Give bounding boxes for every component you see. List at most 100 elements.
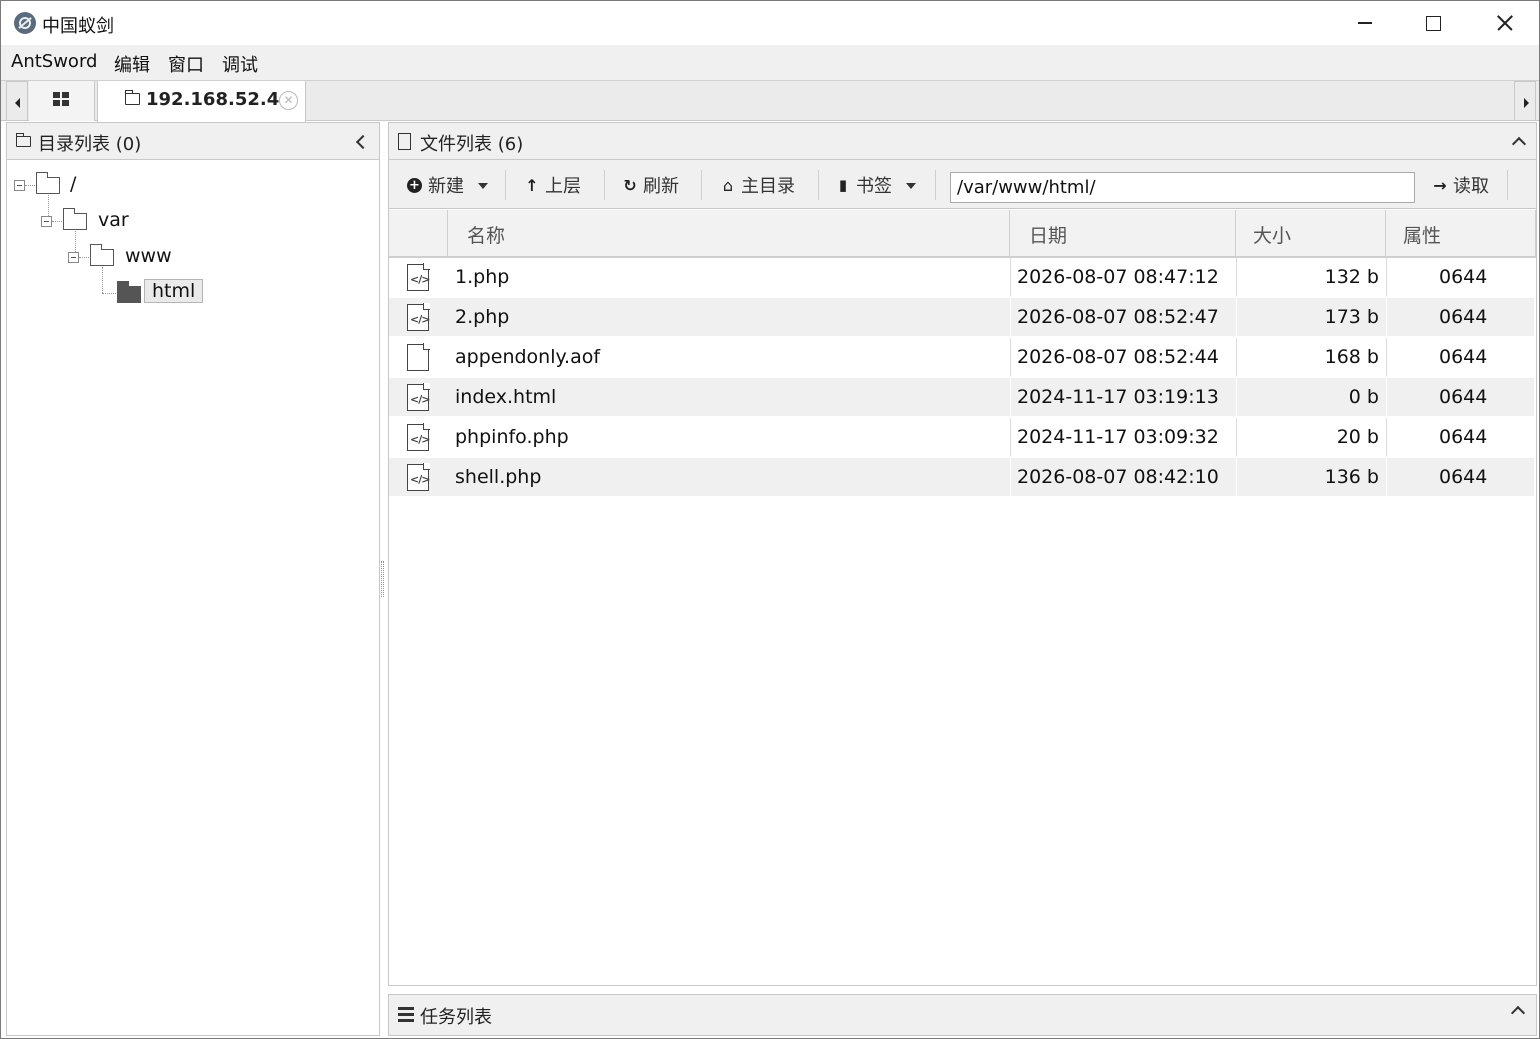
column-date[interactable]: 日期 <box>1010 210 1236 256</box>
chevron-up-icon[interactable] <box>1511 136 1527 152</box>
table-row[interactable]: </> 2.php 2026-08-07 08:52:47 173 b 0644 <box>389 298 1534 336</box>
read-path-label: 读取 <box>1453 176 1489 197</box>
column-divider <box>1010 298 1011 336</box>
tab-label: 192.168.52.4 <box>146 89 280 110</box>
file-date: 2024-11-17 03:19:13 <box>1017 386 1219 408</box>
panel-splitter-handle[interactable] <box>381 561 384 597</box>
minimize-button[interactable] <box>1330 1 1399 45</box>
new-button-label: 新建 <box>428 176 464 197</box>
tree-collapse-toggle[interactable] <box>41 216 52 227</box>
tree-node-var[interactable]: var <box>98 209 129 231</box>
file-date: 2024-11-17 03:09:32 <box>1017 426 1219 448</box>
up-level-button[interactable]: ↑ 上层 <box>524 172 581 198</box>
home-dir-button[interactable]: ⌂ 主目录 <box>720 172 795 198</box>
triangle-left-icon <box>15 98 20 108</box>
close-window-button[interactable] <box>1470 1 1539 45</box>
tree-connector <box>102 267 103 293</box>
column-divider <box>1010 338 1011 376</box>
list-icon <box>398 1007 414 1022</box>
column-attributes[interactable]: 属性 <box>1386 210 1536 256</box>
column-size[interactable]: 大小 <box>1236 210 1386 256</box>
column-divider <box>1236 298 1237 336</box>
column-divider <box>1010 378 1011 416</box>
file-grid-header: 名称 日期 大小 属性 <box>389 210 1536 258</box>
tree-collapse-toggle[interactable] <box>68 252 79 263</box>
bookmark-button[interactable]: ▮ 书签 <box>835 172 916 198</box>
table-row[interactable]: </> phpinfo.php 2024-11-17 03:09:32 20 b… <box>389 418 1534 456</box>
caret-down-icon <box>906 183 916 189</box>
file-perm: 0644 <box>1439 346 1488 368</box>
file-size: 173 b <box>1324 306 1379 328</box>
refresh-label: 刷新 <box>643 176 679 197</box>
chevron-left-icon[interactable] <box>355 134 371 150</box>
path-input[interactable] <box>950 172 1415 203</box>
tree-node-html[interactable]: html <box>144 279 204 303</box>
menu-debug[interactable]: 调试 <box>222 51 258 77</box>
tab-home[interactable] <box>29 81 95 121</box>
arrow-right-icon: → <box>1433 175 1447 195</box>
task-panel-title: 任务列表 <box>420 1007 492 1028</box>
file-toolbar: + 新建 ↑ 上层 ↻ 刷新 ⌂ 主目录 ▮ 书签 /var/www/html/… <box>389 160 1536 209</box>
task-panel: 任务列表 <box>388 994 1537 1036</box>
column-name[interactable]: 名称 <box>448 210 1010 256</box>
folder-icon <box>125 90 140 105</box>
menu-bar: AntSword 编辑 窗口 调试 <box>1 45 1539 80</box>
app-window: 中国蚁剑 AntSword 编辑 窗口 调试 192.168.52.4 ✕ 目录… <box>0 0 1540 1039</box>
folder-icon <box>36 172 60 194</box>
home-icon: ⌂ <box>722 175 734 195</box>
file-name: index.html <box>455 386 557 408</box>
tab-scroll-left-button[interactable] <box>6 81 28 121</box>
file-date: 2026-08-07 08:47:12 <box>1017 266 1219 288</box>
tree-node-www[interactable]: www <box>125 245 172 267</box>
triangle-right-icon <box>1524 98 1529 108</box>
refresh-button[interactable]: ↻ 刷新 <box>622 172 679 198</box>
close-icon <box>1496 14 1514 32</box>
maximize-icon <box>1426 15 1441 31</box>
file-name: 1.php <box>455 266 510 288</box>
menu-antsword[interactable]: AntSword <box>11 51 97 72</box>
menu-window[interactable]: 窗口 <box>168 51 204 77</box>
file-perm: 0644 <box>1439 466 1488 488</box>
tree-collapse-toggle[interactable] <box>14 180 25 191</box>
maximize-button[interactable] <box>1399 1 1468 45</box>
home-dir-label: 主目录 <box>741 176 795 197</box>
toolbar-separator <box>818 170 819 200</box>
column-divider <box>1386 298 1387 336</box>
file-perm: 0644 <box>1439 426 1488 448</box>
column-divider <box>1386 258 1387 296</box>
column-divider <box>1010 458 1011 496</box>
read-path-button[interactable]: → 读取 <box>1432 172 1489 198</box>
column-divider <box>1236 458 1237 496</box>
code-file-icon: </> <box>407 383 430 411</box>
folder-icon <box>16 133 31 147</box>
column-divider <box>1010 418 1011 456</box>
grid-icon <box>53 92 70 108</box>
tab-bar: 192.168.52.4 ✕ <box>1 80 1539 122</box>
code-file-icon: </> <box>407 303 430 331</box>
directory-panel-header: 目录列表 (0) <box>7 123 379 160</box>
file-name: appendonly.aof <box>455 346 601 368</box>
column-divider <box>1236 418 1237 456</box>
file-size: 20 b <box>1336 426 1379 448</box>
minimize-icon <box>1357 22 1372 24</box>
arrow-up-icon: ↑ <box>525 175 539 195</box>
table-row[interactable]: </> index.html 2024-11-17 03:19:13 0 b 0… <box>389 378 1534 416</box>
table-row[interactable]: </> 1.php 2026-08-07 08:47:12 132 b 0644 <box>389 258 1534 296</box>
tab-shell-session[interactable]: 192.168.52.4 ✕ <box>97 81 306 122</box>
table-row[interactable]: appendonly.aof 2026-08-07 08:52:44 168 b… <box>389 338 1534 376</box>
antsword-logo-icon <box>14 12 36 34</box>
refresh-icon: ↻ <box>623 175 637 195</box>
file-icon <box>407 343 430 371</box>
tab-scroll-right-button[interactable] <box>1514 81 1536 121</box>
chevron-up-icon[interactable] <box>1510 1005 1526 1021</box>
file-name: 2.php <box>455 306 510 328</box>
tab-close-icon[interactable]: ✕ <box>279 91 298 110</box>
menu-edit[interactable]: 编辑 <box>114 51 150 77</box>
tree-node-root[interactable]: / <box>70 173 76 195</box>
new-button[interactable]: + 新建 <box>407 172 488 198</box>
bookmark-icon: ▮ <box>838 176 848 194</box>
file-date: 2026-08-07 08:52:44 <box>1017 346 1219 368</box>
column-divider <box>1386 338 1387 376</box>
table-row[interactable]: </> shell.php 2026-08-07 08:42:10 136 b … <box>389 458 1534 496</box>
file-perm: 0644 <box>1439 306 1488 328</box>
